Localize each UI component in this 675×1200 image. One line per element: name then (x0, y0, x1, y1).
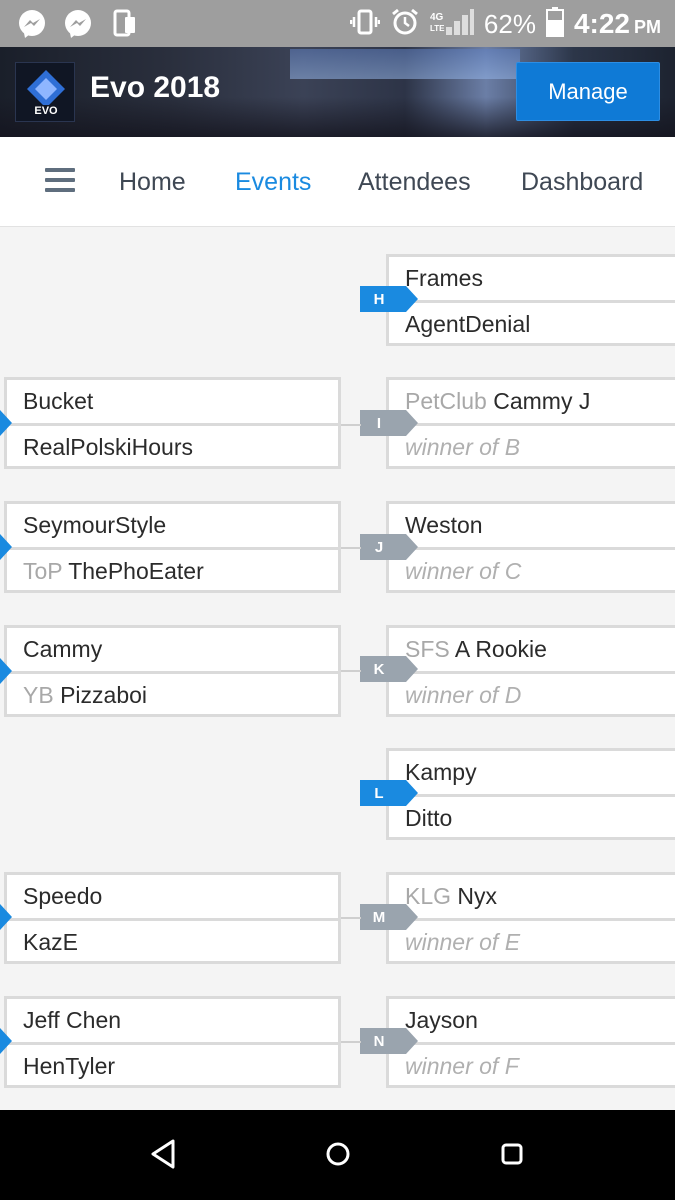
tab-attendees[interactable]: Attendees (358, 168, 471, 197)
match-tag-f[interactable] (0, 1028, 12, 1054)
match-e[interactable]: Speedo KazE (4, 872, 341, 964)
bracket-view[interactable]: Frames AgentDenial H PetClub Cammy J win… (0, 227, 675, 1110)
hamburger-menu-icon[interactable] (45, 168, 75, 194)
match-tag-e[interactable] (0, 904, 12, 930)
tab-events[interactable]: Events (235, 168, 311, 197)
event-header: EVO Evo 2018 Manage (0, 47, 675, 137)
event-title: Evo 2018 (90, 71, 221, 104)
tab-dashboard[interactable]: Dashboard (521, 168, 643, 197)
bracket-connector (341, 1041, 361, 1043)
match-l[interactable]: Kampy Ditto (386, 748, 675, 840)
match-slot: PetClub Cammy J (405, 388, 591, 414)
match-c[interactable]: SeymourStyle ToP ThePhoEater (4, 501, 341, 593)
match-slot: YB Pizzaboi (7, 671, 338, 714)
bracket-connector (341, 547, 361, 549)
match-slot: Speedo (23, 883, 103, 909)
bracket-connector (341, 670, 361, 672)
match-slot-pending: winner of F (389, 1042, 675, 1085)
battery-icon (545, 6, 564, 42)
match-tag-c[interactable] (0, 534, 12, 560)
bracket-connector (341, 917, 361, 919)
match-slot-pending: winner of C (389, 547, 675, 590)
match-slot: Bucket (23, 388, 94, 414)
match-slot: KLG Nyx (405, 883, 498, 909)
match-tag-n[interactable]: N (360, 1028, 418, 1054)
bracket-connector (341, 424, 361, 426)
match-f[interactable]: Jeff Chen HenTyler (4, 996, 341, 1088)
home-icon[interactable] (324, 1138, 352, 1175)
match-tag-b[interactable] (0, 410, 12, 436)
match-tag-j[interactable]: J (360, 534, 418, 560)
battery-level: 62% (483, 8, 536, 39)
match-slot: Cammy (23, 636, 103, 662)
svg-text:EVO: EVO (34, 105, 58, 117)
match-slot: SFS A Rookie (405, 636, 547, 662)
match-d[interactable]: Cammy YB Pizzaboi (4, 625, 341, 717)
alarm-icon (390, 7, 420, 42)
match-slot: ToP ThePhoEater (7, 547, 338, 590)
match-tag-d[interactable] (0, 658, 12, 684)
phone-sync-icon (108, 8, 140, 40)
match-slot-pending: winner of D (389, 671, 675, 714)
manage-button[interactable]: Manage (516, 62, 660, 121)
clock-time: 4:22 (573, 8, 630, 39)
match-m[interactable]: KLG Nyx winner of E (386, 872, 675, 964)
match-slot: Frames (405, 265, 483, 291)
match-slot: SeymourStyle (23, 512, 167, 538)
match-slot: Kampy (405, 759, 477, 785)
match-n[interactable]: Jayson winner of F (386, 996, 675, 1088)
header-background-image (290, 49, 520, 79)
match-tag-k[interactable]: K (360, 656, 418, 682)
match-slot: RealPolskiHours (7, 423, 338, 466)
signal-icon: 4G LTE (430, 7, 474, 42)
svg-text:4G: 4G (430, 12, 444, 23)
status-bar: 4G LTE 62% 4:22 PM (0, 0, 675, 47)
clock-ampm: PM (634, 16, 661, 37)
match-b[interactable]: Bucket RealPolskiHours (4, 377, 341, 469)
match-slot: Ditto (389, 794, 675, 837)
svg-text:LTE: LTE (430, 24, 445, 33)
vibrate-icon (349, 7, 381, 42)
messenger-icon (62, 8, 94, 40)
match-slot: Jeff Chen (23, 1007, 122, 1033)
match-slot: KazE (7, 918, 338, 961)
messenger-icon (16, 8, 48, 40)
match-slot: Weston (405, 512, 483, 538)
evo-logo: EVO (15, 62, 75, 122)
match-tag-m[interactable]: M (360, 904, 418, 930)
match-i[interactable]: PetClub Cammy J winner of B (386, 377, 675, 469)
match-slot-pending: winner of E (389, 918, 675, 961)
match-slot: Jayson (405, 1007, 478, 1033)
android-nav-bar (0, 1110, 675, 1200)
match-tag-l[interactable]: L (360, 780, 418, 806)
match-h[interactable]: Frames AgentDenial (386, 254, 675, 346)
back-icon[interactable] (149, 1138, 177, 1175)
match-k[interactable]: SFS A Rookie winner of D (386, 625, 675, 717)
tab-home[interactable]: Home (119, 168, 186, 197)
match-j[interactable]: Weston winner of C (386, 501, 675, 593)
match-slot-pending: winner of B (389, 423, 675, 466)
match-slot: AgentDenial (389, 300, 675, 343)
recents-icon[interactable] (499, 1138, 527, 1175)
match-tag-i[interactable]: I (360, 410, 418, 436)
match-slot: HenTyler (7, 1042, 338, 1085)
main-nav: Home Events Attendees Dashboard (0, 137, 675, 227)
match-tag-h[interactable]: H (360, 286, 418, 312)
